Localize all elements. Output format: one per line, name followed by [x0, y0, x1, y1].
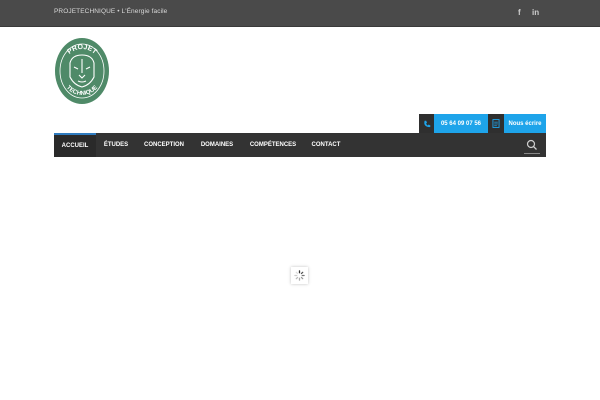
phone-number-link[interactable]: 05 64 09 07 56	[434, 114, 488, 133]
main-navigation: ACCUEIL ÉTUDES CONCEPTION DOMAINES COMPÉ…	[54, 133, 546, 157]
nav-item-competences[interactable]: COMPÉTENCES	[242, 133, 304, 157]
nav-item-accueil[interactable]: ACCUEIL	[54, 133, 96, 157]
search-icon[interactable]	[524, 138, 540, 154]
loading-spinner	[291, 267, 308, 284]
site-logo[interactable]: PROJET TECHNIQUE	[54, 37, 110, 105]
logo-emblem: PROJET TECHNIQUE	[55, 38, 109, 104]
facebook-icon[interactable]: f	[518, 7, 521, 19]
document-icon	[488, 114, 504, 133]
spinner-icon	[294, 270, 305, 281]
write-to-us-button[interactable]: Nous écrire	[504, 114, 546, 133]
phone-icon	[419, 114, 434, 133]
nav-item-etudes[interactable]: ÉTUDES	[96, 133, 136, 157]
nav-item-conception[interactable]: CONCEPTION	[136, 133, 192, 157]
site-tagline: PROJETECHNIQUE • L'Énergie facile	[54, 8, 168, 15]
top-bar: PROJETECHNIQUE • L'Énergie facile f in	[0, 0, 600, 27]
linkedin-icon[interactable]: in	[532, 7, 539, 19]
nav-item-contact[interactable]: CONTACT	[304, 133, 348, 157]
nav-item-domaines[interactable]: DOMAINES	[192, 133, 242, 157]
